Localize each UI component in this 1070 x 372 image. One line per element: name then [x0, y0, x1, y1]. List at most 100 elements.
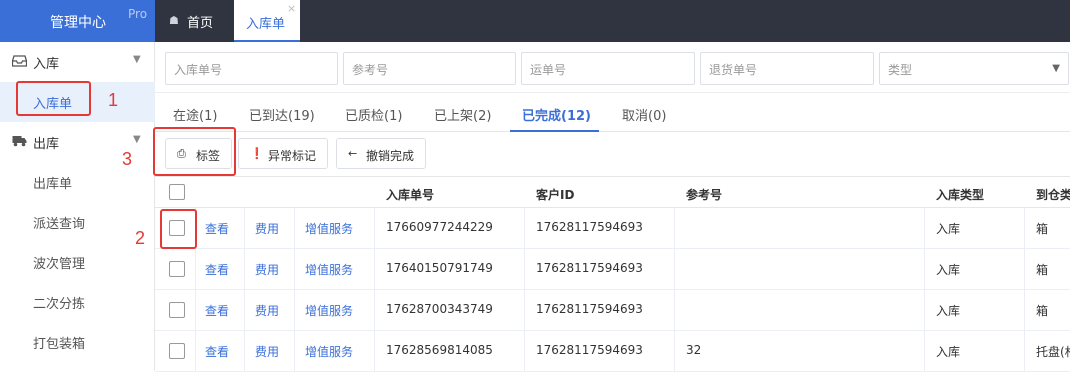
customer-id: 17628117594693	[536, 343, 643, 357]
inbound-type: 入库	[936, 263, 961, 277]
annotation-number: 2	[135, 228, 146, 248]
arrival-type: 箱	[1036, 222, 1049, 236]
view-link[interactable]: 查看	[205, 220, 229, 237]
sidebar-group-inbound[interactable]: 入库 ▼	[0, 42, 155, 82]
row-checkbox[interactable]	[169, 261, 185, 277]
sidebar-item-label: 波次管理	[33, 257, 86, 272]
table-row: 查看 费用 增值服务 17628569814085 17628117594693…	[155, 331, 1070, 372]
tab-completed[interactable]: 已完成(12)	[522, 105, 591, 124]
column-header-customer-id: 客户ID	[536, 188, 575, 202]
exception-mark-button-text: 异常标记	[268, 149, 317, 163]
inbound-orders-table: 入库单号 客户ID 参考号 入库类型 到仓类 查看 费用 增值服务 176609…	[155, 176, 1070, 372]
sidebar-item-label: 派送查询	[33, 217, 86, 232]
tab-inbound-order-label: 入库单	[246, 17, 286, 32]
inbound-type: 入库	[936, 222, 961, 236]
arrival-type: 箱	[1036, 304, 1049, 318]
action-bar: ⎙ 标签 ❗ 异常标记 ← 撤销完成	[155, 132, 1070, 176]
input-placeholder: 参考号	[352, 63, 389, 77]
chevron-down-icon: ▼	[1052, 63, 1060, 74]
undo-complete-button-text: 撤销完成	[366, 149, 415, 163]
tab-home[interactable]: ☗ 首页	[160, 0, 225, 42]
arrow-left-icon: ←	[348, 147, 358, 160]
order-no: 17640150791749	[386, 261, 493, 275]
chevron-down-icon: ▼	[133, 54, 141, 65]
table-header: 入库单号 客户ID 参考号 入库类型 到仓类	[155, 176, 1070, 208]
value-added-service-link[interactable]: 增值服务	[305, 261, 353, 278]
annotation-number: 3	[122, 149, 133, 169]
value-added-service-link[interactable]: 增值服务	[305, 220, 353, 237]
annotation-number: 1	[108, 90, 119, 110]
tab-cancelled[interactable]: 取消(0)	[622, 105, 666, 124]
home-icon: ☗	[169, 14, 179, 27]
sidebar-item-label: 出库单	[33, 177, 73, 192]
input-placeholder: 入库单号	[174, 63, 223, 77]
inbox-icon	[12, 55, 27, 67]
type-select[interactable]: 类型 ▼	[879, 52, 1069, 85]
customer-id: 17628117594693	[536, 302, 643, 316]
column-header-arrival-type: 到仓类	[1036, 188, 1070, 202]
inbound-type: 入库	[936, 345, 961, 359]
order-no: 17628569814085	[386, 343, 493, 357]
reference-no: 32	[686, 343, 702, 357]
brand-badge: Pro	[128, 7, 148, 21]
fee-link[interactable]: 费用	[255, 302, 279, 319]
order-no: 17660977244229	[386, 220, 493, 234]
annotation-box-label-button	[153, 127, 236, 176]
arrival-type: 箱	[1036, 263, 1049, 277]
tab-shelved[interactable]: 已上架(2)	[434, 105, 491, 124]
sidebar-item-secondary-sorting[interactable]: 二次分拣	[0, 282, 155, 322]
inbound-type: 入库	[936, 304, 961, 318]
column-header-reference-no: 参考号	[686, 188, 723, 202]
table-row: 查看 费用 增值服务 17660977244229 17628117594693…	[155, 208, 1070, 249]
fee-link[interactable]: 费用	[255, 220, 279, 237]
value-added-service-link[interactable]: 增值服务	[305, 302, 353, 319]
row-checkbox[interactable]	[169, 302, 185, 318]
status-tabs: 在途(1) 已到达(19) 已质检(1) 已上架(2) 已完成(12) 取消(0…	[155, 92, 1070, 132]
sidebar-group-label: 出库	[33, 137, 60, 152]
fee-link[interactable]: 费用	[255, 261, 279, 278]
top-bar: 管理中心 Pro ☗ 首页 入库单 ×	[0, 0, 1070, 42]
annotation-box-row-checkbox	[160, 209, 197, 249]
chevron-down-icon: ▼	[133, 134, 141, 145]
tab-inspected[interactable]: 已质检(1)	[345, 105, 402, 124]
row-checkbox[interactable]	[169, 343, 185, 359]
select-all-checkbox[interactable]	[169, 184, 185, 200]
reference-no-input[interactable]: 参考号	[343, 52, 516, 85]
fee-link[interactable]: 费用	[255, 343, 279, 360]
alert-icon: ❗	[250, 147, 264, 160]
annotation-box-inbound-order	[16, 81, 91, 116]
tab-in-transit[interactable]: 在途(1)	[173, 105, 217, 124]
table-row: 查看 费用 增值服务 17640150791749 17628117594693…	[155, 249, 1070, 290]
tab-arrived[interactable]: 已到达(19)	[249, 105, 315, 124]
column-header-order-no: 入库单号	[386, 188, 435, 202]
tab-inbound-order[interactable]: 入库单 ×	[234, 0, 300, 42]
sidebar-item-label: 打包装箱	[33, 337, 86, 352]
customer-id: 17628117594693	[536, 261, 643, 275]
input-placeholder: 退货单号	[709, 63, 758, 77]
sidebar-item-packing[interactable]: 打包装箱	[0, 322, 155, 362]
inbound-order-no-input[interactable]: 入库单号	[165, 52, 338, 85]
waybill-no-input[interactable]: 运单号	[521, 52, 695, 85]
value-added-service-link[interactable]: 增值服务	[305, 343, 353, 360]
brand: 管理中心 Pro	[0, 0, 155, 42]
close-icon[interactable]: ×	[287, 2, 296, 15]
brand-title: 管理中心	[50, 15, 106, 31]
view-link[interactable]: 查看	[205, 343, 229, 360]
select-placeholder: 类型	[888, 63, 913, 77]
column-header-inbound-type: 入库类型	[936, 188, 985, 202]
undo-complete-button[interactable]: ← 撤销完成	[336, 138, 426, 169]
customer-id: 17628117594693	[536, 220, 643, 234]
sidebar-item-delivery-query[interactable]: 派送查询	[0, 202, 155, 242]
arrival-type: 托盘(杉	[1036, 345, 1070, 359]
view-link[interactable]: 查看	[205, 302, 229, 319]
tab-home-label: 首页	[187, 16, 214, 31]
input-placeholder: 运单号	[530, 63, 567, 77]
view-link[interactable]: 查看	[205, 261, 229, 278]
filter-bar: 入库单号 参考号 运单号 退货单号 类型 ▼	[155, 42, 1070, 92]
exception-mark-button[interactable]: ❗ 异常标记	[238, 138, 328, 169]
sidebar-group-label: 入库	[33, 57, 60, 72]
sidebar-item-label: 二次分拣	[33, 297, 86, 312]
return-no-input[interactable]: 退货单号	[700, 52, 874, 85]
order-no: 17628700343749	[386, 302, 493, 316]
sidebar-item-wave-management[interactable]: 波次管理	[0, 242, 155, 282]
